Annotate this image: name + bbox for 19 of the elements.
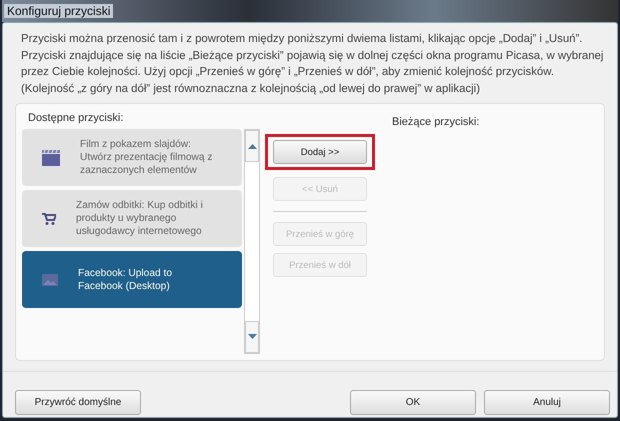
ok-button[interactable]: OK <box>350 390 476 415</box>
scroll-up-button[interactable] <box>245 130 259 162</box>
cancel-button[interactable]: Anuluj <box>484 390 610 415</box>
list-item[interactable]: Zamów odbitki: Kup odbitki i produkty u wybranego usługodawcy internetowego <box>22 190 242 247</box>
scroll-down-button[interactable] <box>245 321 259 353</box>
instructions-text: Przyciski można przenosić tam i z powrotem między poniższymi dwiema listami, klikając opcje „Dodaj” i „Usuń”. Przyciski znajdujące się na liście „Bieżące przyciski” pojawią się w dolnej części okna programu Picasa, w wybranej przez Ciebie kolejności. Użyj opcji „Przenieś w górę” i „Przenieś w dół”, aby zmienić kolejność przycisków. (Kolejność „z góry na dół” jest równoznaczna z kolejnością „od lewej do prawej” w aplikacji) <box>20 32 604 96</box>
list-label: Bieżące przyciski: <box>391 116 480 128</box>
clapperboard-icon <box>42 150 60 166</box>
action-button[interactable]: Dodaj >> <box>273 140 367 164</box>
up-arrow-icon <box>248 143 256 149</box>
cart-icon <box>42 212 56 224</box>
down-arrow-icon <box>248 334 256 340</box>
list-label: Dostępne przyciski: <box>27 112 124 124</box>
image-icon <box>42 274 58 286</box>
scrollbar[interactable] <box>244 129 260 354</box>
list-item[interactable]: Film z pokazem slajdów: Utwórz prezentację filmową z zaznaczonych elementów <box>22 129 242 186</box>
restore-defaults-button[interactable]: Przywróć domyślne <box>15 390 141 415</box>
list-item[interactable]: Facebook: Upload to Facebook (Desktop) <box>22 251 242 308</box>
window-title: Konfiguruj przyciski <box>4 4 114 18</box>
